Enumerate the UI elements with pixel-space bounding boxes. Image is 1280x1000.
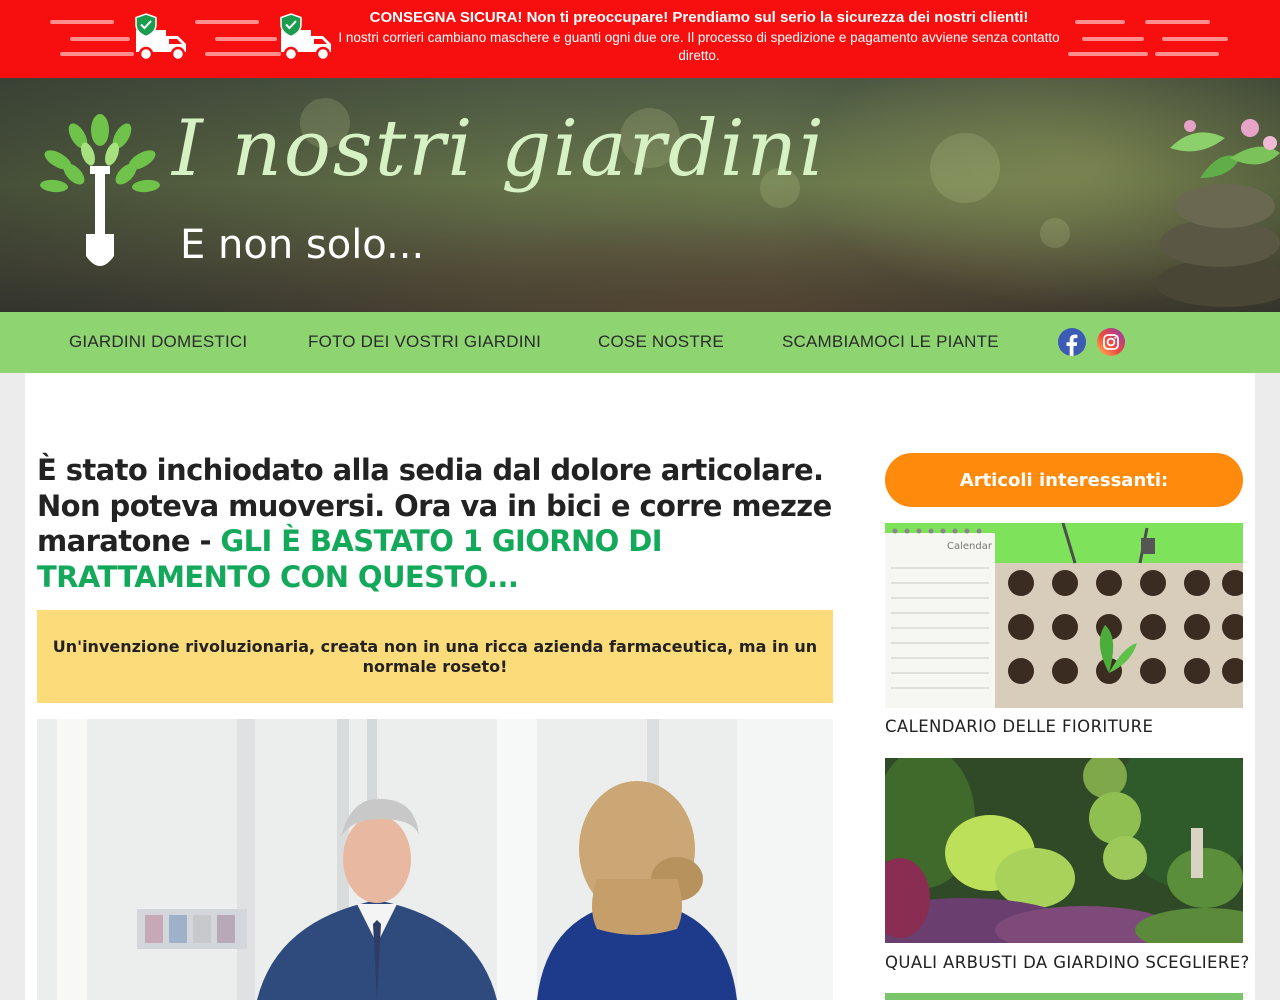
delivery-truck-shield-icon [135,13,186,62]
shrubs-card-label[interactable]: QUALI ARBUSTI DA GIARDINO SCEGLIERE? [885,953,1255,972]
speed-line [70,37,130,41]
delivery-truck-shield-icon [280,13,331,62]
banner-title: CONSEGNA SICURA! Non ti preoccupare! Pre… [369,9,1029,26]
banner-subtitle: I nostri corrieri cambiano maschere e gu… [338,30,1060,63]
main-nav: GIARDINI DOMESTICI FOTO DEI VOSTRI GIARD… [0,312,1280,373]
speed-line [205,52,281,56]
logo-title[interactable]: I nostri giardini [172,104,826,194]
instagram-icon[interactable] [1097,328,1125,356]
calendar-word: Calendar [947,541,993,552]
calendar-card-label[interactable]: CALENDARIO DELLE FIORITURE [885,717,1255,736]
speed-line [1155,52,1219,56]
garden-shrubs-image [885,758,1243,943]
speed-line [60,52,134,56]
speed-line [1075,20,1125,24]
nav-item-cose-nostre[interactable]: COSE NOSTRE [598,332,724,352]
callout-box: Un'invenzione rivoluzionaria, creata non… [37,610,833,703]
bokeh-light [930,133,1000,203]
calendar-card-image[interactable]: Calendar [885,523,1243,708]
banner-text: CONSEGNA SICURA! Non ti preoccupare! Pre… [338,8,1060,65]
office-consultation-image [37,719,833,1000]
speed-line [1068,52,1148,56]
nav-item-scambiamoci-piante[interactable]: SCAMBIAMOCI LE PIANTE [782,332,999,352]
site-header: I nostri giardini E non solo... [0,78,1280,312]
main-content: È stato inchiodato alla sedia dal dolore… [25,373,1255,1000]
seed-tray-calendar-image: Calendar [885,523,1243,708]
shrubs-card-image[interactable] [885,758,1243,943]
logo-subtitle: E non solo... [180,222,425,268]
article-photo [37,719,833,1000]
callout-text: Un'invenzione rivoluzionaria, creata non… [52,636,818,676]
article-headline: È stato inchiodato alla sedia dal dolore… [37,453,837,595]
sidebar-title: Articoli interessanti: [885,453,1243,507]
speed-line [1145,20,1210,24]
facebook-icon[interactable] [1058,328,1086,356]
safe-delivery-banner: CONSEGNA SICURA! Non ti preoccupare! Pre… [0,0,1280,78]
tree-shovel-icon [40,114,160,266]
nav-item-giardini-domestici[interactable]: GIARDINI DOMESTICI [69,332,247,352]
speed-line [1082,37,1144,41]
speed-line [50,20,114,24]
speed-line [195,20,259,24]
speed-line [1162,37,1228,41]
nav-item-foto-giardini[interactable]: FOTO DEI VOSTRI GIARDINI [308,332,541,352]
third-card-image[interactable] [885,993,1243,1000]
speed-line [215,37,277,41]
stones-plant-image [1155,119,1280,307]
bokeh-light [1040,218,1070,248]
